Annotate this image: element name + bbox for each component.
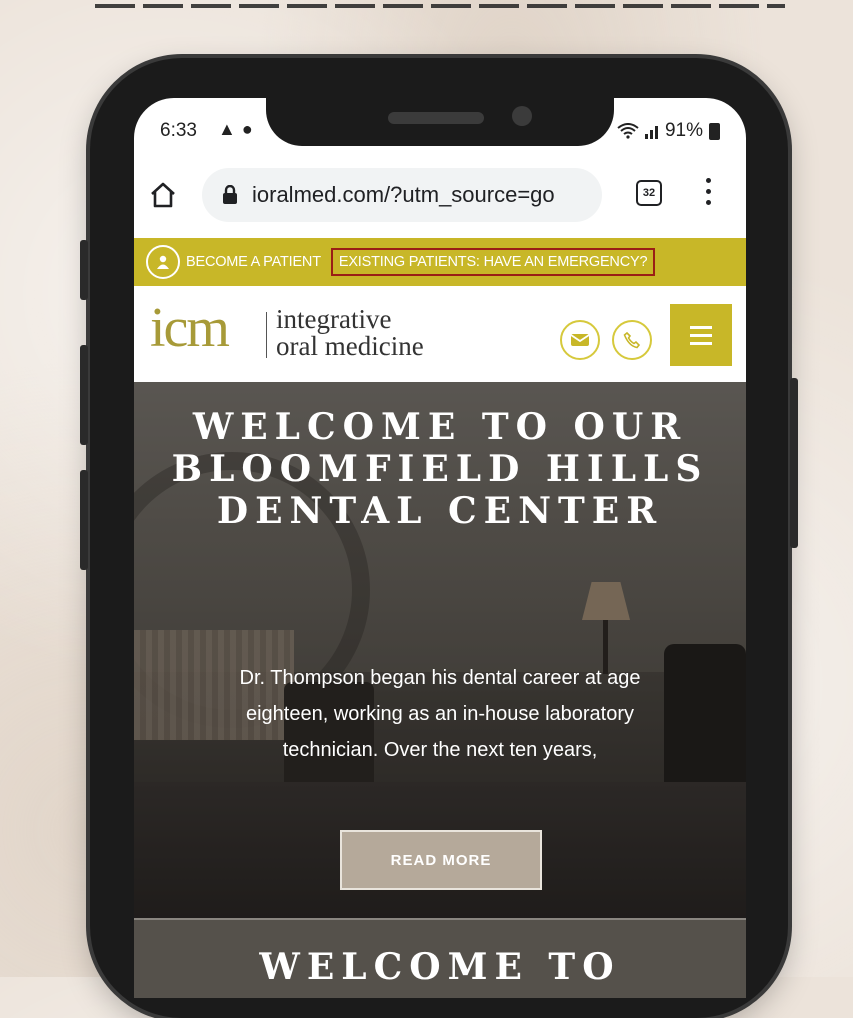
phone-speaker xyxy=(388,112,484,124)
emergency-link[interactable]: EXISTING PATIENTS: HAVE AN EMERGENCY? xyxy=(330,248,656,276)
second-section: WELCOME TO xyxy=(134,918,746,998)
phone-side-button-left-2 xyxy=(80,345,88,445)
promo-bar: BECOME A PATIENT EXISTING PATIENTS: HAVE… xyxy=(134,238,746,286)
tab-count-button[interactable]: 32 xyxy=(636,180,662,206)
site-header: icm integrative oral medicine xyxy=(134,286,746,382)
signal-icon xyxy=(644,126,658,139)
logo-text[interactable]: integrative oral medicine xyxy=(276,306,424,360)
more-menu-icon[interactable] xyxy=(704,178,712,212)
phone-camera xyxy=(512,106,532,126)
phone-button[interactable] xyxy=(612,320,652,360)
logo-line-1: integrative xyxy=(276,304,392,334)
status-notification-icons: ▲ ● xyxy=(218,119,253,140)
read-more-button[interactable]: READ MORE xyxy=(340,830,542,890)
hero-title: WELCOME TO OUR BLOOMFIELD HILLS DENTAL C… xyxy=(171,406,709,532)
phone-side-button-right xyxy=(790,378,798,548)
logo-divider xyxy=(266,312,267,358)
address-bar[interactable]: ioralmed.com/?utm_source=go xyxy=(202,168,602,222)
phone-side-button-left-3 xyxy=(80,470,88,570)
phone-notch xyxy=(266,98,614,146)
second-section-title: WELCOME TO xyxy=(259,946,621,988)
messenger-icon: ● xyxy=(241,119,253,139)
phone-side-button-left-1 xyxy=(80,240,88,300)
email-button[interactable] xyxy=(560,320,600,360)
top-edge-strip xyxy=(95,4,785,8)
hamburger-menu-button[interactable] xyxy=(670,304,732,366)
phone-screen: 6:33 ▲ ● 91% ioralmed.com/?utm_source=go… xyxy=(134,98,746,998)
logo-line-2: oral medicine xyxy=(276,331,424,361)
status-time: 6:33 xyxy=(160,120,197,141)
hero-section: WELCOME TO OUR BLOOMFIELD HILLS DENTAL C… xyxy=(134,382,746,918)
become-patient-link[interactable]: BECOME A PATIENT xyxy=(186,254,321,270)
home-icon[interactable] xyxy=(148,180,178,210)
logo-mark[interactable]: icm xyxy=(150,296,230,360)
browser-toolbar: ioralmed.com/?utm_source=go 32 xyxy=(134,160,746,230)
url-text: ioralmed.com/?utm_source=go xyxy=(252,182,555,207)
patient-icon xyxy=(146,245,180,279)
status-right-icons: 91% xyxy=(617,120,720,142)
battery-percent: 91% xyxy=(664,120,703,141)
warning-icon: ▲ xyxy=(218,119,236,139)
mail-icon xyxy=(570,334,590,346)
wifi-icon xyxy=(617,123,639,139)
phone-icon xyxy=(623,331,641,349)
hero-body: Dr. Thompson began his dental career at … xyxy=(239,667,641,761)
lock-icon xyxy=(223,185,237,204)
battery-icon xyxy=(709,122,720,140)
